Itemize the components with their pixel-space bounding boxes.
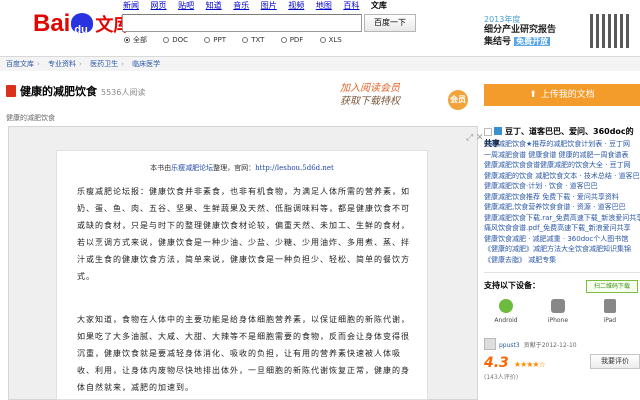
rating-score: 4.3 [484,355,509,371]
related-list: 健康减肥饮食★推荐的减肥饮食计划表 · 豆丁网 一周减肥食谱 健康食谱 健康的减… [484,139,640,265]
related-link[interactable]: 《健康的减肥》减肥方法大全饮食减肥知识集锦 [484,244,640,255]
radio-icon [124,37,130,43]
pdf-icon [6,85,16,97]
qr-code-icon [590,14,630,48]
baidu-wenku-logo[interactable]: Bai文库 [33,10,131,44]
breadcrumb-item[interactable]: 专业资料 [48,60,76,68]
nav-baike[interactable]: 百科 [343,1,359,10]
radio-icon [204,37,211,43]
breadcrumb-item[interactable]: 百度文库 [6,60,34,68]
rate-button[interactable]: 我要评价 [590,354,640,369]
related-link[interactable]: 健康减肥饮食推荐 免费下载 · 爱问共享资料 [484,192,640,203]
vip-badge[interactable]: 会员 [448,90,468,110]
device-android[interactable]: Android [484,299,528,324]
search-input[interactable] [122,14,362,32]
collapse-icon[interactable] [484,128,492,136]
filter-xls[interactable]: XLS [319,36,342,44]
breadcrumb-item[interactable]: 医药卫生 [90,60,118,68]
radio-icon [242,37,249,43]
avatar[interactable] [484,338,496,350]
iphone-icon [550,299,565,313]
nav-news[interactable]: 新闻 [123,1,139,10]
related-link[interactable]: 健康减肥饮食★推荐的减肥饮食计划表 · 豆丁网 [484,139,640,150]
document-subtitle: 健康的减肥饮食 [6,114,55,122]
android-icon [499,299,513,313]
nav-music[interactable]: 音乐 [233,1,249,10]
related-link[interactable]: 健康减肥饮食食谱健康减肥的饮食大全 · 豆丁网 [484,160,640,171]
related-header: 豆丁、道客巴巴、爱问、360doc的共享 [484,127,634,148]
device-support: 支持以下设备： 扫二维码下载 [484,279,640,293]
ipad-icon [603,299,616,313]
viewer-tools[interactable]: ⤢ ✕ [466,133,484,143]
document-paragraph: 乐瘦减肥论坛报：健康饮食并非素食，也非有机食物，为满足人体所需的营养素，如奶、蛋… [77,187,410,281]
rating-stars: ★★★★☆ [513,360,546,369]
related-link[interactable]: 健康减肥饮食下载.rar_免费高速下载_新浪爱问共享 [484,213,640,224]
nav-web[interactable]: 网页 [151,1,167,10]
upload-button[interactable]: 上传我的文档 [484,84,640,106]
related-link[interactable]: 健康减肥,饮食营养饮食食谱 · 资源 · 道客巴巴 [484,202,640,213]
filter-all[interactable]: 全部 [124,36,147,44]
industry-report-ad[interactable]: 2013年度 细分产业研究报告 集结号 免费开放 [484,14,584,50]
radio-icon [163,37,170,43]
nav-wenku: 文库 [370,1,387,10]
filter-doc[interactable]: DOC [163,36,188,44]
device-iphone[interactable]: iPhone [536,299,580,324]
filter-txt[interactable]: TXT [242,36,264,44]
paw-icon [71,13,94,44]
qr-download-button[interactable]: 扫二维码下载 [586,280,638,293]
rating-block: 我要评价 4.3 ★★★★☆ (143人评价) [484,352,640,386]
radio-icon [319,37,326,43]
vip-slogan[interactable]: 加入阅读会员 获取下载特权 [340,82,452,108]
filter-pdf[interactable]: PDF [280,36,303,44]
rating-count: (143人评价) [484,374,519,381]
device-ipad[interactable]: iPad [588,299,632,324]
top-header: Bai文库 新闻 网页 贴吧 知道 音乐 图片 视频 地图 百科 文库 百度一下… [0,0,640,50]
breadcrumb-item[interactable]: 临床医学 [132,60,160,68]
search-button[interactable]: 百度一下 [364,14,416,32]
uploader-info: ppust3 贡献于2012-12-10 [484,338,640,350]
document-title: 健康的减肥饮食 [20,85,97,98]
related-link[interactable]: 一周减肥食谱 健康食谱 健康的减肥一周食谱表 [484,150,640,161]
filter-ppt[interactable]: PPT [204,36,226,44]
document-source-line: 本书由乐瘦减肥论坛整理，官网：http://leshou.5d6d.net [150,164,334,172]
sidebar: 豆丁、道客巴巴、爱问、360doc的共享 健康减肥饮食★推荐的减肥饮食计划表 ·… [484,126,640,400]
related-link[interactable]: 健康减肥的饮食 减肥饮食文本 · 技术总结 · 道客巴巴 [484,171,640,182]
nav-zhidao[interactable]: 知道 [206,1,222,10]
related-link[interactable]: 《健康去脂》 减肥专集 [484,255,640,266]
nav-images[interactable]: 图片 [261,1,277,10]
uploader-name[interactable]: ppust3 [499,342,520,349]
nav-tieba[interactable]: 贴吧 [178,1,194,10]
filetype-filters: 全部 DOC PPT TXT PDF XLS [124,35,356,45]
top-nav: 新闻 网页 贴吧 知道 音乐 图片 视频 地图 百科 文库 [123,0,396,12]
related-link[interactable]: 痛风饮食食谱.pdf_免费高速下载_新浪爱问共享 [484,223,640,234]
view-count: 5536人阅读 [101,88,146,97]
doc-icon [494,127,502,135]
radio-icon [280,37,287,43]
document-paragraph: 大家知道，食物在人体中的主要功能是给身体细胞营养素，以保证细胞的新陈代谢，如果吃… [77,315,410,392]
breadcrumb: 百度文库 › 专业资料 › 医药卫生 › 临床医学 [0,56,640,71]
document-page: 本书由乐瘦减肥论坛整理，官网：http://leshou.5d6d.net 乐瘦… [56,150,428,400]
nav-video[interactable]: 视频 [288,1,304,10]
device-list: Android iPhone iPad [484,299,640,335]
related-link[interactable]: 健康减肥饮食·计划 · 饮食 · 道客巴巴 [484,181,640,192]
nav-map[interactable]: 地图 [316,1,332,10]
related-link[interactable]: 健康饮食减肥 · 减肥减重 · 360doc个人图书馆 [484,234,640,245]
